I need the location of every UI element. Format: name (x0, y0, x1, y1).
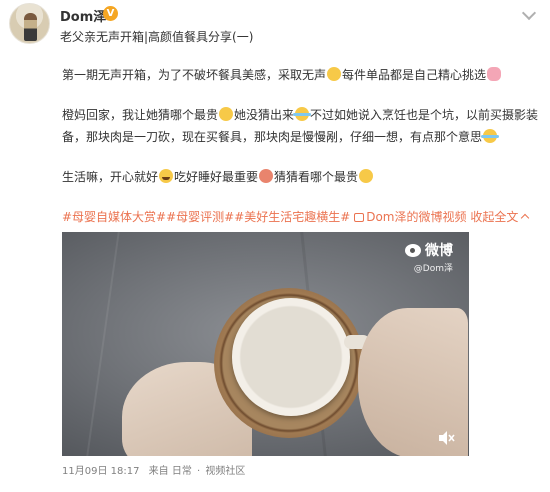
pig-emoji-icon (487, 67, 502, 81)
post-meta: 11月09日 18:17 来自 日常 · 视频社区 (62, 462, 245, 477)
post-title: 老父亲无声开箱|高颜值餐具分享(一) (60, 30, 254, 44)
post-text: 每件单品都是自己精心挑选 (342, 68, 487, 82)
avatar[interactable] (9, 3, 50, 44)
smile-emoji-icon (327, 67, 342, 81)
tag-meihao-shenghuo[interactable]: #美好生活宅趣横生# (234, 210, 350, 224)
laugh-cry-emoji-icon (481, 129, 500, 143)
post-channel[interactable]: 视频社区 (205, 466, 245, 477)
meta-separator: · (197, 466, 201, 477)
bear-emoji-icon (259, 169, 274, 183)
tags-row: #母婴自媒体大赏##母婴评测##美好生活宅趣横生# Dom泽的微博视频 收起全文 (62, 208, 530, 226)
video-player[interactable]: 微博 @Dom泽 (62, 232, 469, 456)
username[interactable]: Dom泽 (60, 6, 106, 25)
tag-muying-zimeiti[interactable]: #母婴自媒体大赏# (62, 210, 166, 224)
video-frame-cup (232, 298, 350, 416)
post-paragraph-2: 橙妈回家，我让她猜哪个最贵 她没猜出来 不过如她说入烹饪也是个坑，以前买摄影装备，那… (62, 104, 542, 148)
collapse-full-text-link[interactable]: 收起全文 (470, 210, 530, 224)
post-text: 她没猜出来 (234, 108, 295, 122)
post-date[interactable]: 11月09日 18:17 (62, 466, 139, 477)
video-link-label: Dom泽的微博视频 (366, 210, 467, 224)
post-paragraph-1: 第一期无声开箱，为了不破坏餐具美感，采取无声 每件单品都是自己精心挑选 (62, 64, 542, 86)
chevron-up-icon (521, 213, 530, 223)
smile-emoji-icon (359, 169, 374, 183)
grin-emoji-icon (159, 169, 174, 183)
post-paragraph-3: 生活嘛，开心就好 吃好睡好最重要 猜猜看哪个最贵 (62, 166, 542, 188)
post-text: 猜猜看哪个最贵 (274, 170, 359, 184)
collapse-label: 收起全文 (470, 210, 519, 224)
watermark-brand: 微博 (425, 243, 453, 259)
watermark-handle: @Dom泽 (413, 264, 453, 274)
weibo-watermark: 微博 @Dom泽 (405, 240, 453, 274)
verified-badge-icon: V (103, 6, 118, 21)
tag-muying-pingce[interactable]: #母婴评测# (166, 210, 234, 224)
post-text: 生活嘛，开心就好 (62, 170, 159, 184)
mute-icon[interactable] (437, 430, 455, 446)
post-text: 吃好睡好最重要 (174, 170, 259, 184)
wink-emoji-icon (219, 107, 234, 121)
video-link-icon (354, 213, 365, 222)
post-text: 橙妈回家，我让她猜哪个最贵 (62, 108, 219, 122)
laugh-cry-emoji-icon (293, 107, 312, 121)
video-link[interactable]: Dom泽的微博视频 (354, 210, 466, 224)
post-source: 来自 日常 (148, 466, 192, 477)
chevron-down-icon[interactable] (521, 5, 537, 21)
weibo-eye-icon (405, 243, 421, 257)
post-text: 第一期无声开箱，为了不破坏餐具美感，采取无声 (62, 68, 327, 82)
